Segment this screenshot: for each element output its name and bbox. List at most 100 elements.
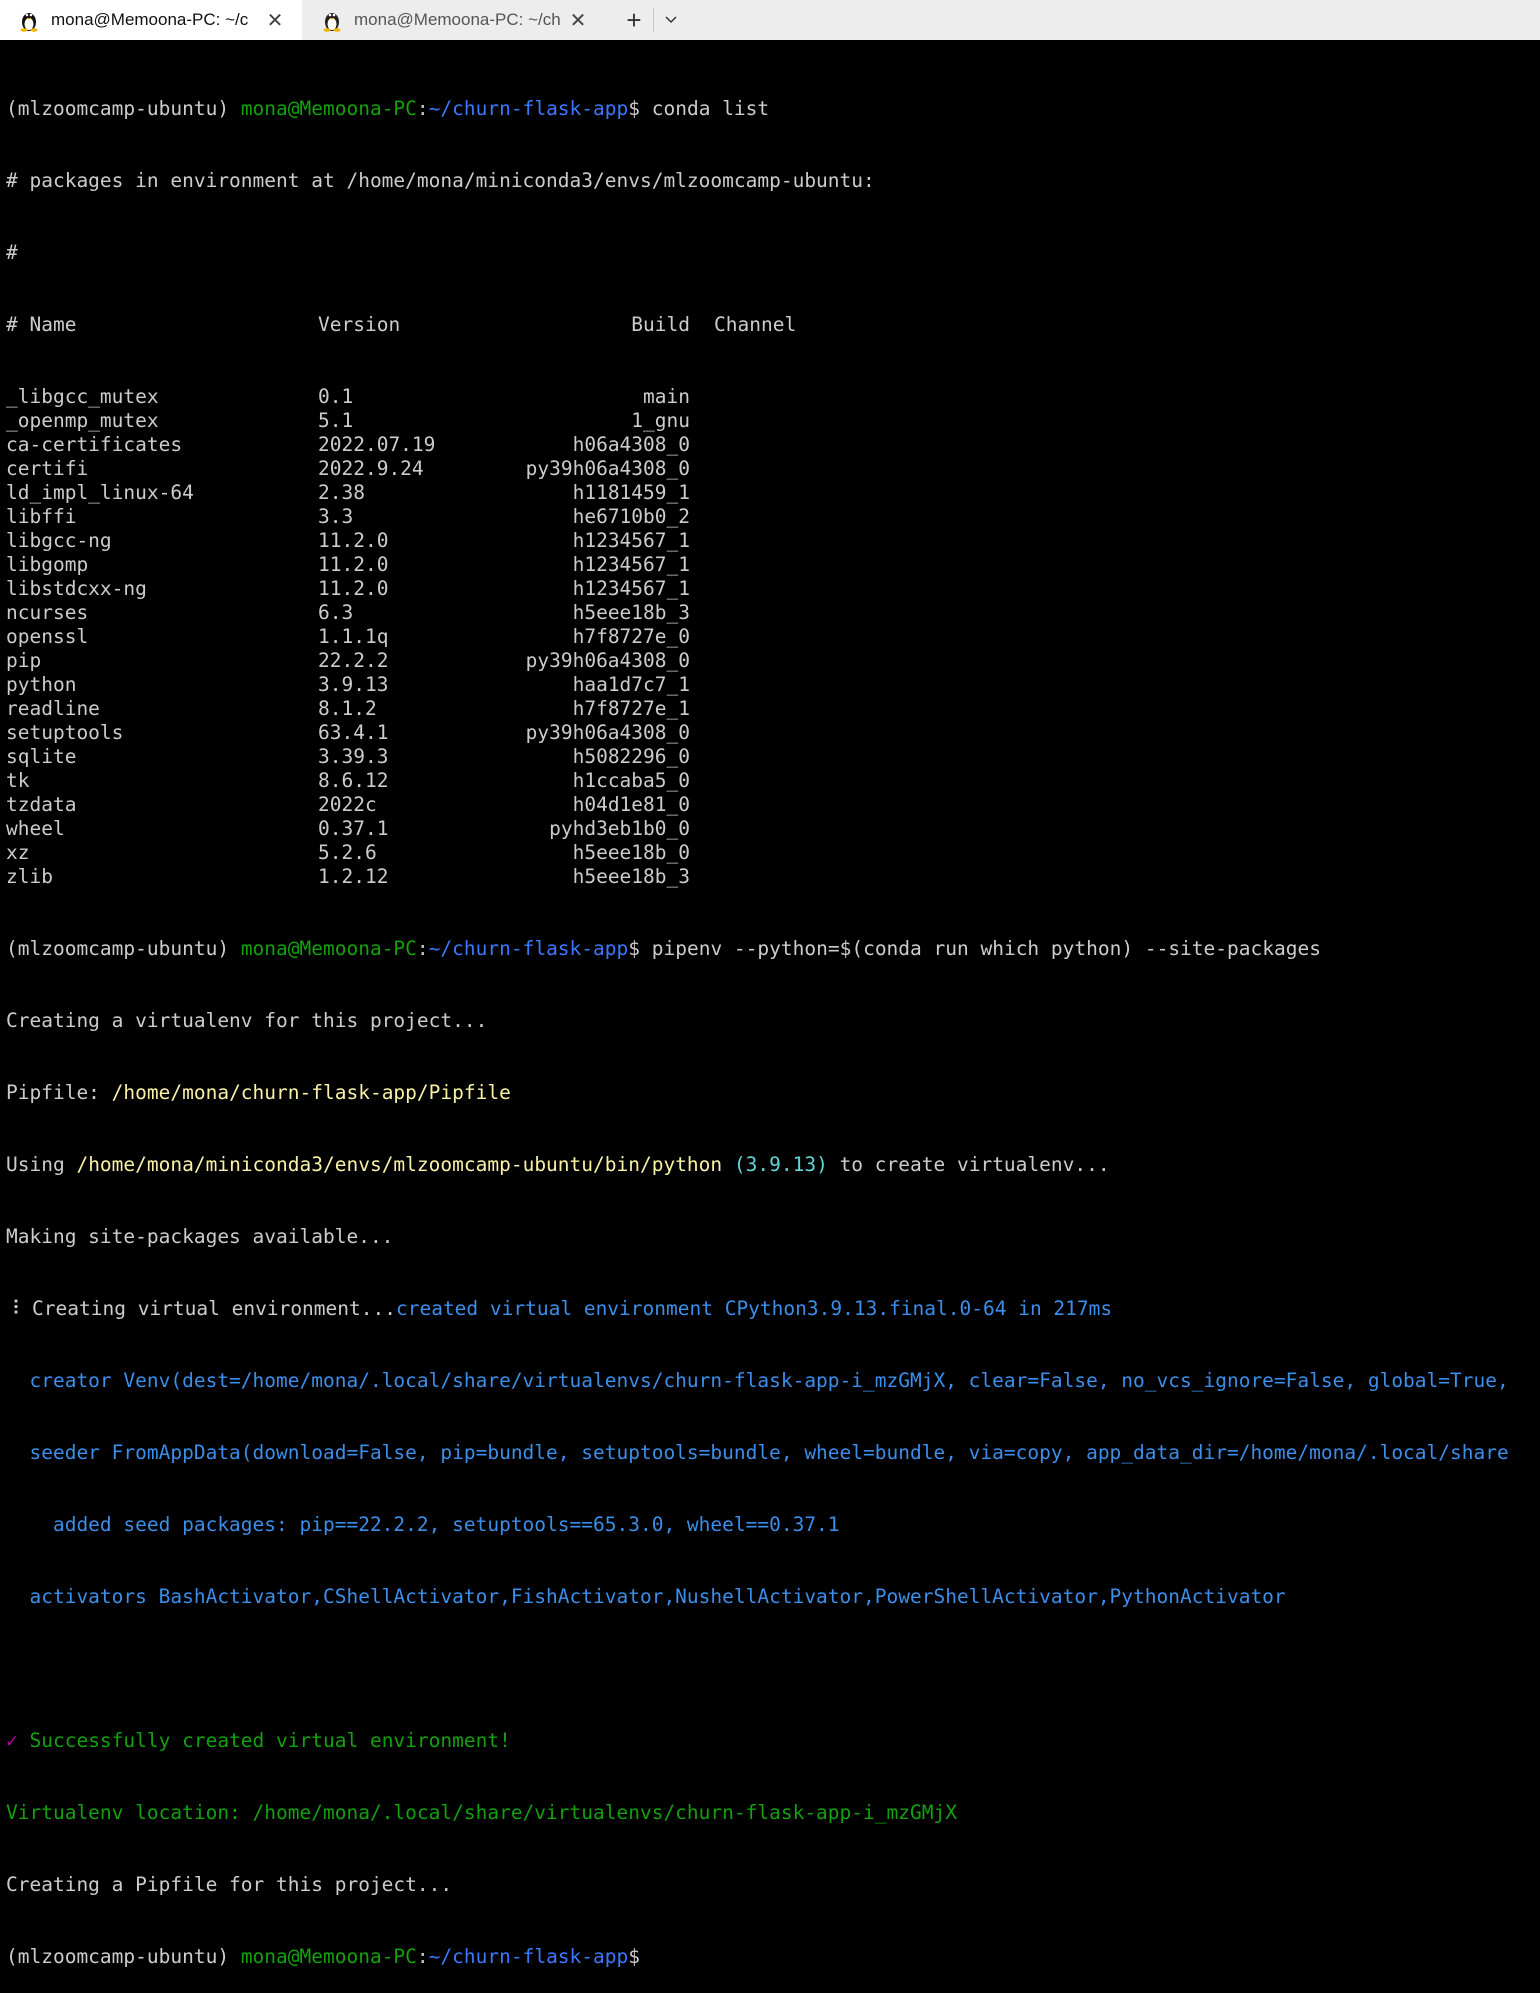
package-name: certifi [6,457,89,480]
package-version: 3.3 [318,505,354,528]
output-line: activators BashActivator,CShellActivator… [6,1585,1286,1608]
table-row: openssl 1.1.1q h7f8727e_0 [6,625,1540,649]
package-version: 2.38 [318,481,365,504]
package-version: 0.1 [318,385,354,408]
new-tab-button[interactable]: + [620,4,648,36]
package-version: 11.2.0 [318,529,389,552]
tab-title: mona@Memoona-PC: ~/ch [354,10,561,29]
prompt-user: mona@Memoona-PC [240,97,417,120]
table-row: libffi 3.3 he6710b0_2 [6,505,1540,529]
package-build: h1234567_1 [572,529,690,552]
package-name: libffi [6,505,77,528]
package-name: wheel [6,817,65,840]
package-version: 11.2.0 [318,577,389,600]
prompt-path: ~/churn-flask-app [428,937,629,960]
package-name: tk [6,769,30,792]
prompt-line: (mlzoomcamp-ubuntu) mona@Memoona-PC:~/ch… [6,937,1321,960]
package-name: openssl [6,625,89,648]
package-version: 6.3 [318,601,354,624]
package-build: he6710b0_2 [572,505,690,528]
output-line: Using /home/mona/miniconda3/envs/mlzoomc… [6,1153,1110,1176]
output-line: Virtualenv location: /home/mona/.local/s… [6,1801,957,1824]
package-version: 1.1.1q [318,625,389,648]
table-row: libstdcxx-ng 11.2.0 h1234567_1 [6,577,1540,601]
table-row: python 3.9.13 haa1d7c7_1 [6,673,1540,697]
linux-penguin-icon [20,13,38,32]
package-name: setuptools [6,721,124,744]
package-build: h1ccaba5_0 [572,769,690,792]
tab-1[interactable]: mona@Memoona-PC: ~/c ✕ [0,0,302,40]
prompt-path: ~/churn-flask-app [428,97,629,120]
command-text: conda list [640,97,770,120]
package-version: 5.2.6 [318,841,377,864]
package-version: 2022c [318,793,377,816]
output-line: added seed packages: pip==22.2.2, setupt… [6,1513,840,1536]
table-row: _openmp_mutex 5.1 1_gnu [6,409,1540,433]
package-table: _libgcc_mutex 0.1 main _openmp_mutex 5.1 1_gn… [6,385,1540,889]
package-table-header: # Name Version Build Channel [6,313,797,336]
package-version: 8.6.12 [318,769,389,792]
package-build: h04d1e81_0 [572,793,690,816]
table-row: _libgcc_mutex 0.1 main [6,385,1540,409]
package-build: h5eee18b_0 [572,841,690,864]
package-build: h7f8727e_0 [572,625,690,648]
package-name: xz [6,841,30,864]
package-build: main [643,385,690,408]
close-icon[interactable]: ✕ [263,8,287,32]
table-row: tzdata 2022c h04d1e81_0 [6,793,1540,817]
close-icon[interactable]: ✕ [566,8,590,32]
package-name: _libgcc_mutex [6,385,159,408]
table-row: libgcc-ng 11.2.0 h1234567_1 [6,529,1540,553]
package-name: sqlite [6,745,77,768]
package-build: h1234567_1 [572,577,690,600]
tab-bar: mona@Memoona-PC: ~/c ✕ mona@Memoona-PC: … [0,0,1540,40]
package-build: 1_gnu [631,409,690,432]
table-row: tk 8.6.12 h1ccaba5_0 [6,769,1540,793]
package-version: 3.9.13 [318,673,389,696]
package-build: h5eee18b_3 [572,601,690,624]
package-name: _openmp_mutex [6,409,159,432]
output-line: seeder FromAppData(download=False, pip=b… [6,1441,1509,1464]
package-version: 8.1.2 [318,697,377,720]
tab-title: mona@Memoona-PC: ~/c [51,10,249,29]
package-name: tzdata [6,793,77,816]
package-name: zlib [6,865,53,888]
package-build: h1234567_1 [572,553,690,576]
package-build: pyhd3eb1b0_0 [549,817,690,840]
table-row: ca-certificates 2022.07.19 h06a4308_0 [6,433,1540,457]
table-row: wheel 0.37.1 pyhd3eb1b0_0 [6,817,1540,841]
check-icon: ✓ [6,1729,18,1752]
output-line: ⠸ Creating virtual environment...created… [6,1297,1113,1320]
package-name: ld_impl_linux-64 [6,481,194,504]
package-name: ca-certificates [6,433,183,456]
package-build: py39h06a4308_0 [525,649,690,672]
package-build: h5eee18b_3 [572,865,690,888]
package-version: 2022.9.24 [318,457,424,480]
table-row: setuptools 63.4.1 py39h06a4308_0 [6,721,1540,745]
table-row: pip 22.2.2 py39h06a4308_0 [6,649,1540,673]
terminal-output[interactable]: (mlzoomcamp-ubuntu) mona@Memoona-PC:~/ch… [6,49,1540,1993]
chevron-down-icon[interactable] [660,6,682,34]
package-version: 5.1 [318,409,354,432]
table-row: readline 8.1.2 h7f8727e_1 [6,697,1540,721]
output-line: Creating a virtualenv for this project..… [6,1009,488,1032]
package-build: h1181459_1 [572,481,690,504]
output-line: # [6,241,18,264]
output-line: creator Venv(dest=/home/mona/.local/shar… [6,1369,1509,1392]
package-build: py39h06a4308_0 [525,721,690,744]
prompt-user: mona@Memoona-PC [240,1945,417,1968]
package-version: 11.2.0 [318,553,389,576]
tab-separator [653,8,654,32]
package-version: 0.37.1 [318,817,389,840]
package-version: 63.4.1 [318,721,389,744]
package-name: libgcc-ng [6,529,112,552]
table-row: libgomp 11.2.0 h1234567_1 [6,553,1540,577]
linux-penguin-icon [323,13,341,32]
prompt-path: ~/churn-flask-app [428,1945,629,1968]
output-line: Making site-packages available... [6,1225,394,1248]
tab-2[interactable]: mona@Memoona-PC: ~/ch ✕ [303,0,605,40]
output-line: ✓ Successfully created virtual environme… [6,1729,511,1752]
table-row: zlib 1.2.12 h5eee18b_3 [6,865,1540,889]
table-row: sqlite 3.39.3 h5082296_0 [6,745,1540,769]
